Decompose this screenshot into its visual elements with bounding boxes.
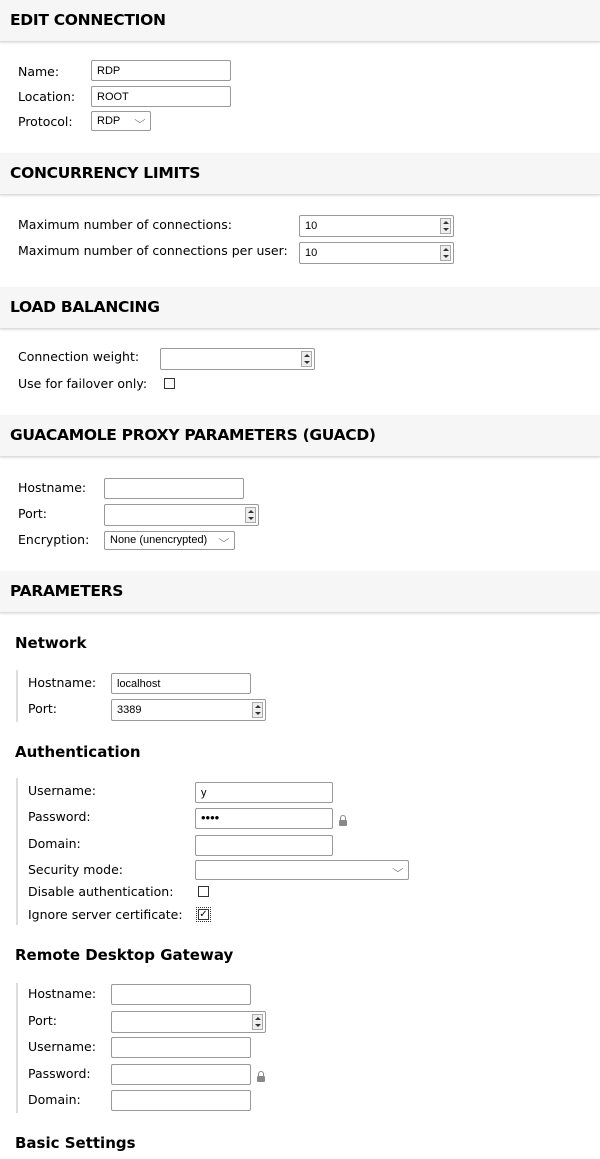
spinner-icon[interactable] — [440, 218, 451, 234]
chevron-down-icon: ⌵ — [218, 534, 230, 545]
disable-auth-label: Disable authentication: — [28, 884, 174, 899]
encryption-value: None (unencrypted) — [110, 534, 208, 546]
max-connections-label: Maximum number of connections: — [18, 217, 232, 232]
location-label: Location: — [18, 89, 76, 104]
password-label: Password: — [28, 809, 91, 824]
gateway-port-input[interactable] — [111, 1011, 266, 1033]
security-mode-select[interactable]: ⌵ — [195, 860, 409, 880]
name-label: Name: — [18, 64, 60, 79]
network-hostname-input[interactable]: localhost — [111, 673, 251, 694]
section-title: CONCURRENCY LIMITS — [10, 164, 201, 182]
section-header-guacd: GUACAMOLE PROXY PARAMETERS (GUACD) — [0, 415, 600, 457]
spinner-icon[interactable] — [252, 702, 263, 718]
protocol-value: RDP — [97, 115, 121, 127]
guacd-port-input[interactable] — [104, 504, 259, 526]
section-title: GUACAMOLE PROXY PARAMETERS (GUACD) — [10, 426, 376, 444]
section-title: EDIT CONNECTION — [10, 11, 166, 29]
ignore-cert-label: Ignore server certificate: — [28, 907, 183, 922]
gateway-domain-input[interactable] — [111, 1090, 251, 1111]
network-hostname-label: Hostname: — [28, 675, 97, 690]
group-bar — [16, 983, 18, 1113]
max-connections-per-user-input[interactable]: 10 — [299, 242, 454, 264]
gateway-username-label: Username: — [28, 1039, 96, 1054]
name-input[interactable]: RDP — [91, 60, 231, 81]
lock-icon[interactable] — [339, 815, 347, 826]
protocol-label: Protocol: — [18, 114, 73, 129]
max-connections-per-user-label: Maximum number of connections per user: — [18, 243, 288, 258]
network-heading: Network — [15, 634, 87, 652]
spinner-icon[interactable] — [252, 1014, 263, 1030]
max-connections-input[interactable]: 10 — [299, 215, 454, 237]
chevron-down-icon: ⌵ — [392, 864, 404, 875]
gateway-username-input[interactable] — [111, 1037, 251, 1058]
security-mode-label: Security mode: — [28, 862, 123, 877]
gateway-password-label: Password: — [28, 1066, 91, 1081]
encryption-select[interactable]: None (unencrypted) ⌵ — [104, 531, 235, 550]
network-port-value: 3389 — [117, 704, 142, 716]
basic-settings-heading: Basic Settings — [15, 1134, 136, 1152]
connection-weight-input[interactable] — [160, 348, 315, 370]
section-header-concurrency: CONCURRENCY LIMITS — [0, 153, 600, 195]
gateway-password-input[interactable] — [111, 1064, 251, 1085]
section-header-edit-connection: EDIT CONNECTION — [0, 0, 600, 42]
max-connections-per-user-value: 10 — [305, 247, 318, 259]
connection-weight-label: Connection weight: — [18, 349, 140, 364]
guacd-hostname-input[interactable] — [104, 478, 244, 499]
gateway-heading: Remote Desktop Gateway — [15, 946, 234, 964]
authentication-heading: Authentication — [15, 743, 141, 761]
section-header-load-balancing: LOAD BALANCING — [0, 287, 600, 329]
password-input[interactable]: •••• — [195, 808, 333, 829]
guacd-hostname-label: Hostname: — [18, 480, 87, 495]
disable-auth-checkbox[interactable] — [198, 886, 209, 897]
network-port-input[interactable]: 3389 — [111, 699, 266, 721]
domain-label: Domain: — [28, 836, 81, 851]
encryption-label: Encryption: — [18, 532, 90, 547]
spinner-icon[interactable] — [245, 507, 256, 523]
username-label: Username: — [28, 783, 96, 798]
group-bar — [16, 778, 18, 925]
gateway-domain-label: Domain: — [28, 1092, 81, 1107]
failover-checkbox[interactable] — [164, 378, 175, 389]
ignore-cert-checkbox[interactable]: ✓ — [196, 907, 211, 922]
max-connections-value: 10 — [305, 220, 318, 232]
username-input[interactable]: y — [195, 782, 333, 803]
location-input[interactable]: ROOT — [91, 86, 231, 107]
failover-label: Use for failover only: — [18, 376, 148, 391]
spinner-icon[interactable] — [440, 245, 451, 261]
gateway-hostname-label: Hostname: — [28, 986, 97, 1001]
gateway-port-label: Port: — [28, 1013, 57, 1028]
protocol-select[interactable]: RDP ⌵ — [91, 111, 151, 131]
spinner-icon[interactable] — [301, 351, 312, 367]
chevron-down-icon: ⌵ — [134, 115, 146, 126]
lock-icon[interactable] — [257, 1071, 265, 1082]
section-header-parameters: PARAMETERS — [0, 571, 600, 613]
section-title: PARAMETERS — [10, 582, 124, 600]
section-title: LOAD BALANCING — [10, 298, 160, 316]
domain-input[interactable] — [195, 835, 333, 856]
network-port-label: Port: — [28, 701, 57, 716]
guacd-port-label: Port: — [18, 506, 47, 521]
gateway-hostname-input[interactable] — [111, 984, 251, 1005]
group-bar — [16, 670, 18, 722]
